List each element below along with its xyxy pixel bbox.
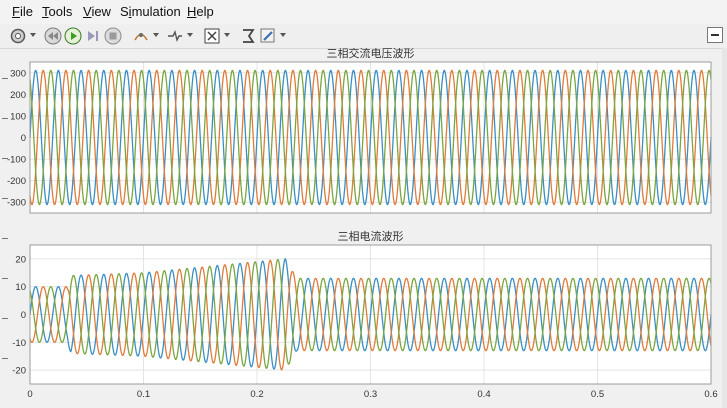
undock-icon[interactable] (707, 27, 723, 43)
plot-title: 三相电流波形 (338, 229, 404, 243)
x-tick-label: 0.6 (704, 389, 717, 400)
x-tick-label: 0.4 (477, 389, 490, 400)
y-tick-label: -200 (7, 176, 26, 187)
style-icon[interactable] (239, 27, 257, 45)
plot-2: 三相电流波形 -20 -10 0 10 20 0 0.1 0.2 0.3 0.4 0.5 0.6 (12, 229, 717, 400)
y-tick-label: -100 (7, 155, 26, 166)
highlight-icon[interactable] (132, 27, 150, 45)
menu-view[interactable]: View (83, 4, 111, 19)
menu-file[interactable]: File (12, 4, 33, 19)
run-icon[interactable] (64, 27, 82, 45)
plot-1: 三相交流电压波形 -300 -200 -100 0 100 200 300 (7, 48, 712, 214)
highlight-dropdown-arrow-icon[interactable] (153, 33, 159, 37)
y-tick-label: -20 (12, 366, 26, 377)
menu-help[interactable]: Help (187, 4, 214, 19)
x-tick-label: 0.2 (250, 389, 263, 400)
step-forward-icon[interactable] (84, 27, 102, 45)
x-tick-label: 0 (27, 389, 32, 400)
y-tick-label: 10 (15, 282, 26, 293)
edit-dropdown-arrow-icon[interactable] (280, 33, 286, 37)
rewind-icon[interactable] (44, 27, 62, 45)
y-tick-label: -300 (7, 198, 26, 209)
scope-display: 三相交流电压波形-300-200-1000100200300三相电流波形-20-… (7, 48, 718, 400)
y-tick-label: 200 (10, 90, 26, 101)
y-tick-label: -10 (12, 338, 26, 349)
gear-dropdown-arrow-icon[interactable] (30, 33, 36, 37)
x-tick-label: 0.3 (364, 389, 377, 400)
zoom-fit-icon[interactable] (203, 27, 221, 45)
y-tick-label: 0 (21, 310, 26, 321)
gear-icon[interactable] (9, 27, 27, 45)
plot-title: 三相交流电压波形 (327, 48, 415, 60)
toolbar (0, 24, 727, 49)
y-tick-label: 100 (10, 111, 26, 122)
edit-icon[interactable] (259, 27, 277, 45)
y-tick-label: 0 (21, 133, 26, 144)
x-tick-label: 0.1 (137, 389, 150, 400)
menu-simulation[interactable]: Simulation (120, 4, 181, 19)
x-tick-label: 0.5 (591, 389, 604, 400)
menu-bar: File Tools View Simulation Help (0, 0, 727, 24)
y-tick-label: 20 (15, 254, 26, 265)
stop-icon[interactable] (104, 27, 122, 45)
signal-dropdown-arrow-icon[interactable] (187, 33, 193, 37)
y-tick-label: 300 (10, 68, 26, 79)
zoom-dropdown-arrow-icon[interactable] (224, 33, 230, 37)
menu-tools[interactable]: Tools (42, 4, 72, 19)
signal-selector-icon[interactable] (166, 27, 184, 45)
